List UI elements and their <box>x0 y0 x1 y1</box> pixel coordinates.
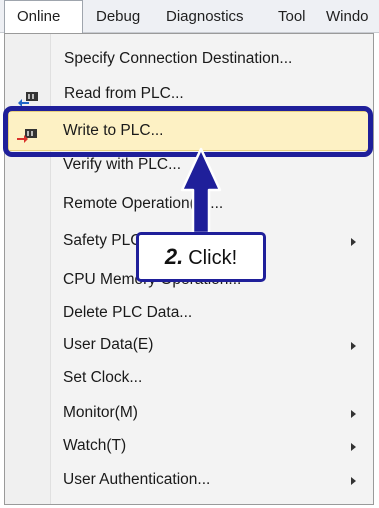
step-number: 2. <box>164 244 184 269</box>
click-label: Click! <box>188 247 238 269</box>
click-instruction-badge: 2. Click! <box>136 232 266 282</box>
